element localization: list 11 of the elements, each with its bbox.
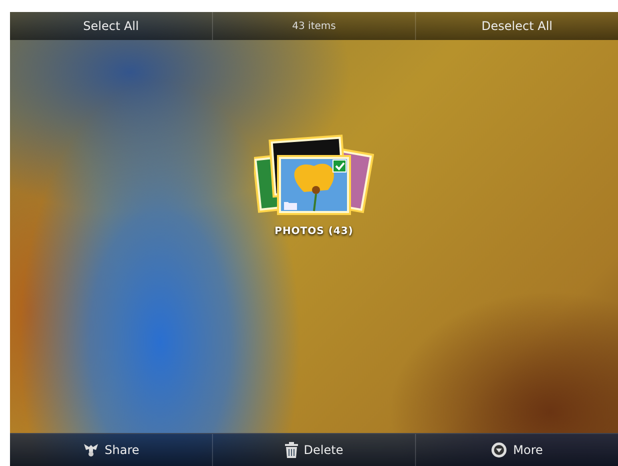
trash-icon [284,442,298,458]
deselect-all-button[interactable]: Deselect All [416,12,618,40]
share-button[interactable]: Share [10,434,213,466]
select-all-button[interactable]: Select All [10,12,213,40]
delete-button[interactable]: Delete [213,434,416,466]
share-icon [82,443,99,457]
album-title: PHOTOS (43) [274,226,354,237]
photo-stack-drawing[interactable] [254,134,374,215]
item-count: 43 items [292,20,336,32]
down-arrow-icon [491,442,508,458]
more-button[interactable]: More [416,434,618,466]
